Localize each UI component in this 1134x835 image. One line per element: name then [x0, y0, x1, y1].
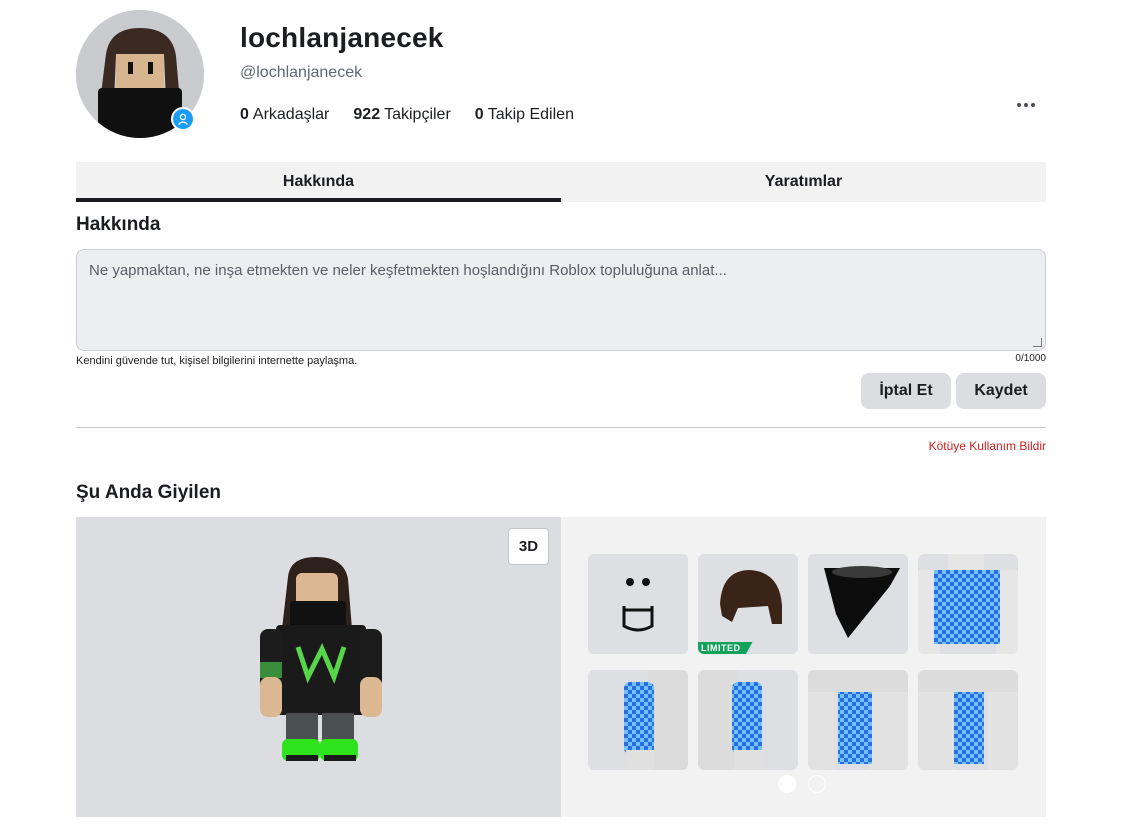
item-hair[interactable]: LIMITED: [698, 554, 798, 654]
pager-dot-2[interactable]: [808, 775, 826, 793]
item-face[interactable]: [588, 554, 688, 654]
followers-stat[interactable]: 922 Takipçiler: [353, 106, 450, 124]
person-icon: [173, 109, 193, 129]
item-shirt[interactable]: [918, 554, 1018, 654]
safety-hint: Kendini güvende tut, kişisel bilgilerini…: [76, 355, 358, 367]
profile-stats: 0 Arkadaşlar 922 Takipçiler 0 Takip Edilen: [240, 106, 574, 124]
online-badge: [171, 107, 195, 131]
avatar-stage[interactable]: [76, 517, 561, 817]
shirt-icon: [918, 554, 1018, 654]
friends-label: Arkadaşlar: [252, 106, 330, 123]
cancel-button[interactable]: İptal Et: [861, 373, 951, 409]
pants-icon: [918, 670, 1018, 770]
item-right-sleeve[interactable]: [698, 670, 798, 770]
followers-label: Takipçiler: [384, 106, 451, 123]
item-left-sleeve[interactable]: [588, 670, 688, 770]
item-bandana[interactable]: [808, 554, 908, 654]
followers-count: 922: [353, 106, 381, 123]
worn-items-panel: LIMITED: [561, 517, 1046, 817]
item-left-leg[interactable]: [808, 670, 908, 770]
report-abuse-link[interactable]: Kötüye Kullanım Bildir: [929, 439, 1046, 453]
sleeve-icon: [624, 670, 688, 770]
about-heading: Hakkında: [76, 214, 161, 235]
item-right-leg[interactable]: [918, 670, 1018, 770]
pager-dot-1[interactable]: [778, 775, 796, 793]
about-placeholder: Ne yapmaktan, ne inşa etmekten ve neler …: [89, 262, 727, 279]
resize-grip-icon[interactable]: [1033, 338, 1042, 347]
tab-creations[interactable]: Yaratımlar: [561, 162, 1046, 202]
friends-count: 0: [240, 106, 249, 123]
avatar-figure: [260, 557, 382, 761]
hair-icon: [720, 570, 782, 624]
pants-icon: [808, 670, 908, 770]
character-counter: 0/1000: [1015, 353, 1046, 364]
display-name: lochlanjanecek: [240, 22, 444, 53]
face-icon: [622, 578, 654, 632]
bandana-icon: [824, 566, 900, 638]
divider: [76, 427, 1046, 428]
following-stat[interactable]: 0 Takip Edilen: [475, 106, 574, 124]
following-label: Takip Edilen: [487, 106, 574, 123]
limited-badge: LIMITED: [698, 642, 753, 654]
sleeve-icon: [698, 670, 762, 770]
tab-about[interactable]: Hakkında: [76, 162, 561, 202]
toggle-3d-button[interactable]: 3D: [508, 528, 549, 565]
username: @lochlanjanecek: [240, 64, 363, 81]
currently-wearing-heading: Şu Anda Giyilen: [76, 482, 221, 503]
save-button[interactable]: Kaydet: [956, 373, 1046, 409]
about-textarea[interactable]: Ne yapmaktan, ne inşa etmekten ve neler …: [76, 249, 1046, 351]
items-pager: [778, 775, 826, 793]
friends-stat[interactable]: 0 Arkadaşlar: [240, 106, 329, 124]
more-options-icon[interactable]: [1012, 94, 1040, 116]
profile-tabs: Hakkında Yaratımlar: [76, 162, 1046, 202]
following-count: 0: [474, 106, 484, 123]
